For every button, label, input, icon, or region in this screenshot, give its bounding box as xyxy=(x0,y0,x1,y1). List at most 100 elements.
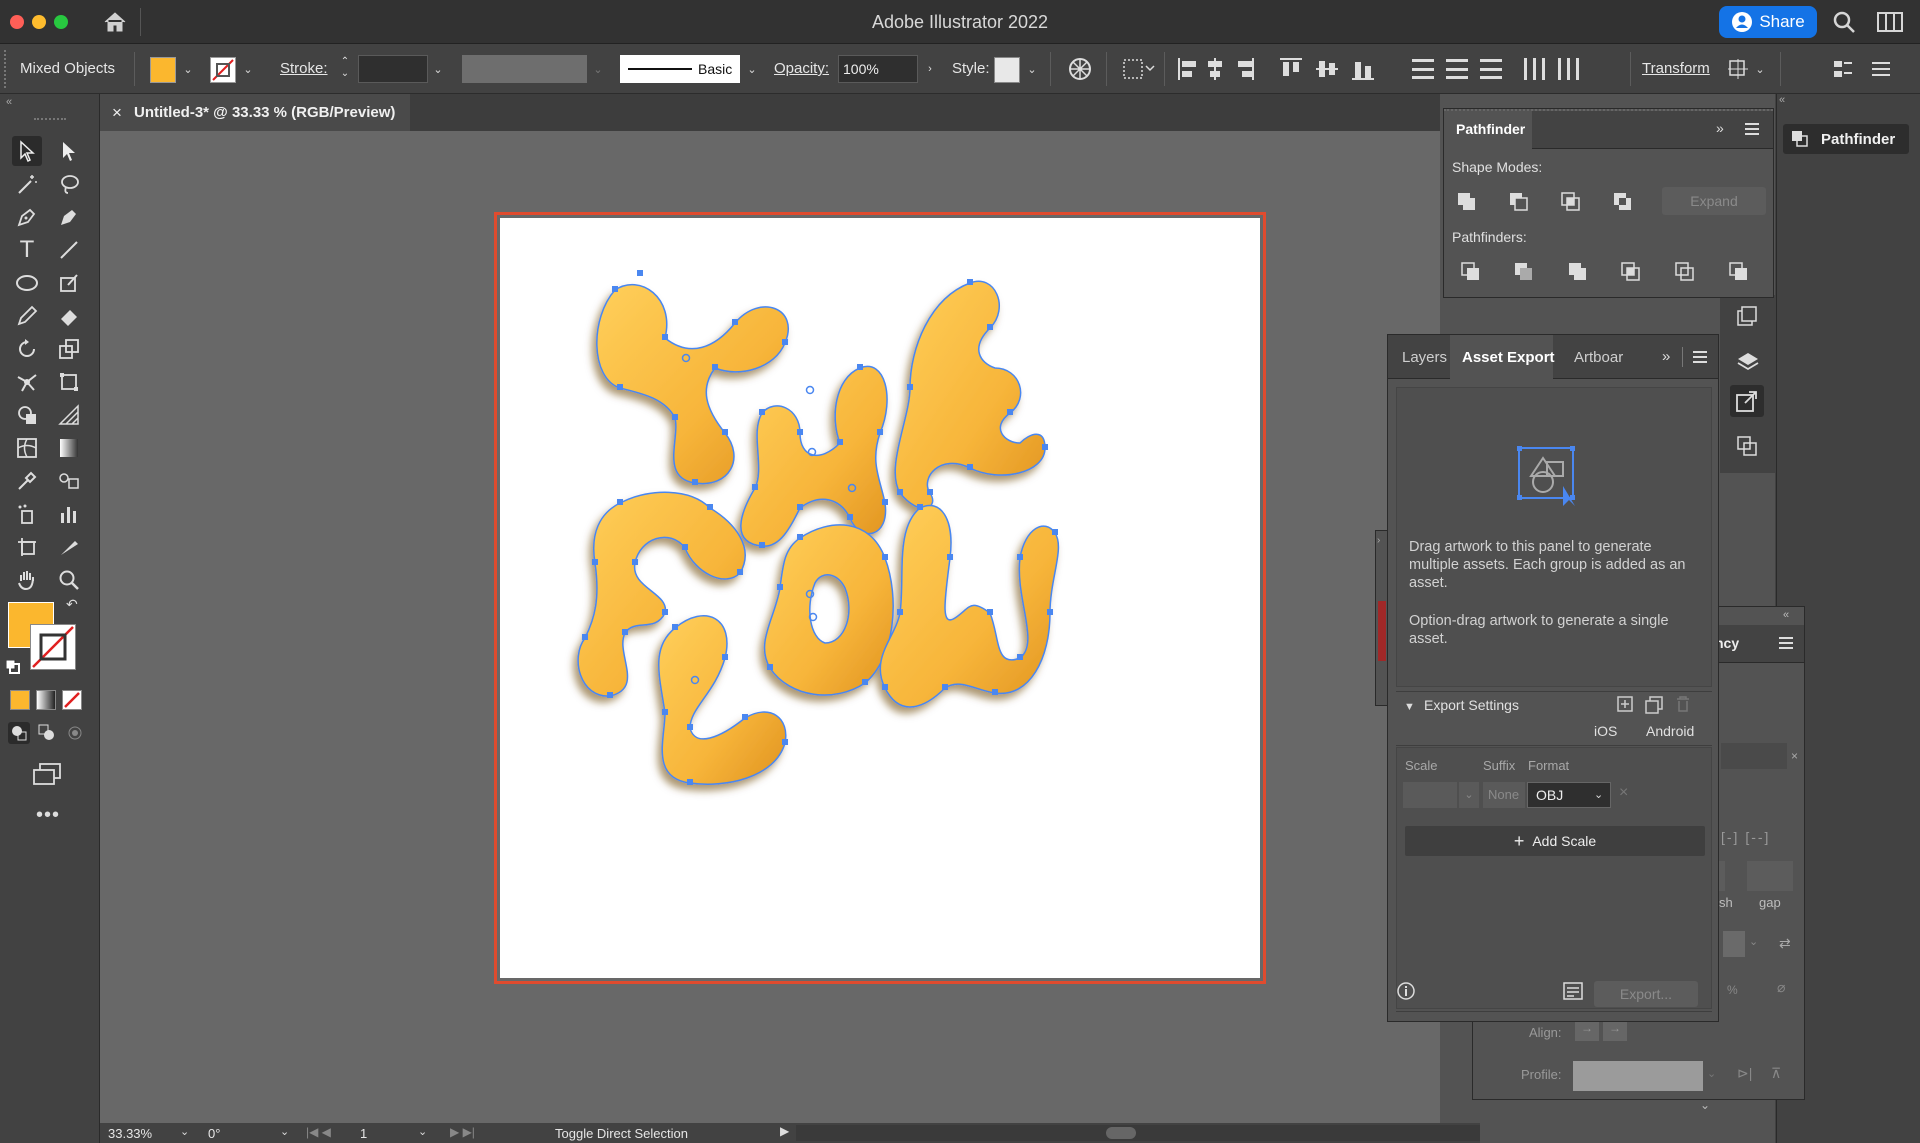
android-preset-link[interactable]: Android xyxy=(1646,723,1694,739)
status-menu-arrow[interactable]: ▶ xyxy=(780,1124,789,1138)
export-preview-icon[interactable] xyxy=(1562,981,1584,1001)
asset-export-menu-icon[interactable] xyxy=(1692,349,1708,365)
dash-align-icons[interactable]: [-] [--] xyxy=(1721,829,1785,849)
lasso-tool-icon[interactable] xyxy=(54,169,84,199)
rotation-value[interactable]: 0° xyxy=(208,1126,220,1141)
eyedropper-tool-icon[interactable] xyxy=(12,466,42,496)
curvature-tool-icon[interactable] xyxy=(54,202,84,232)
next-artboard-icon[interactable]: ▶ ▶| xyxy=(450,1125,475,1139)
minus-back-icon[interactable] xyxy=(1726,259,1752,285)
perspective-grid-tool-icon[interactable] xyxy=(54,400,84,430)
artboards-panel-icon[interactable] xyxy=(1736,305,1758,327)
arrow-scale-value[interactable]: % xyxy=(1727,983,1738,997)
stroke-color-box[interactable] xyxy=(30,624,76,670)
draw-inside-icon[interactable] xyxy=(64,722,86,744)
delete-icon[interactable] xyxy=(1674,695,1694,715)
document-tab[interactable]: × Untitled-3* @ 33.33 % (RGB/Preview) xyxy=(100,94,410,131)
minus-front-icon[interactable] xyxy=(1506,189,1532,215)
expand-dock-icon[interactable]: « xyxy=(1779,94,1785,106)
pathfinder-menu-icon[interactable] xyxy=(1744,121,1760,137)
magic-wand-tool-icon[interactable] xyxy=(12,169,42,199)
exclude-icon[interactable] xyxy=(1610,189,1636,215)
artboard-tool-icon[interactable] xyxy=(12,532,42,562)
scale-tool-icon[interactable] xyxy=(54,334,84,364)
scale-input[interactable] xyxy=(1403,782,1457,808)
gradient-mode-button[interactable] xyxy=(36,690,56,710)
merge-icon[interactable] xyxy=(1565,259,1591,285)
panel-options-icon[interactable] xyxy=(1832,58,1854,80)
artwork-blobby-type[interactable] xyxy=(500,218,1260,978)
asset-export-tab[interactable]: Asset Export xyxy=(1462,349,1555,366)
stroke-none-swatch[interactable] xyxy=(210,57,236,83)
gap-field[interactable] xyxy=(1747,861,1793,891)
type-tool-icon[interactable]: T xyxy=(12,235,42,265)
add-scale-icon[interactable] xyxy=(1616,695,1636,715)
divide-icon[interactable] xyxy=(1458,259,1484,285)
artboard-dropdown[interactable]: ⌄ xyxy=(418,1125,427,1138)
pen-tool-icon[interactable] xyxy=(12,202,42,232)
expand-panel-icon[interactable]: » xyxy=(1716,120,1724,136)
symbol-sprayer-tool-icon[interactable] xyxy=(12,499,42,529)
fill-swatch[interactable] xyxy=(150,57,176,83)
transparency-panel-icon[interactable] xyxy=(1736,435,1758,457)
blend-tool-icon[interactable] xyxy=(54,466,84,496)
rotate-tool-icon[interactable] xyxy=(12,334,42,364)
stroke-weight-dropdown[interactable]: ⌄ xyxy=(430,55,446,83)
selection-tool-icon[interactable] xyxy=(12,136,42,166)
format-select[interactable]: OBJ ⌄ xyxy=(1527,782,1611,808)
export-button[interactable]: Export... xyxy=(1594,981,1698,1007)
zoom-dropdown[interactable]: ⌄ xyxy=(180,1125,189,1138)
profile-field[interactable] xyxy=(1573,1061,1703,1091)
gradient-tool-icon[interactable] xyxy=(54,433,84,463)
direct-selection-tool-icon[interactable] xyxy=(54,136,84,166)
swap-fill-stroke-icon[interactable]: ↶ xyxy=(66,596,78,613)
share-button[interactable]: Share xyxy=(1719,6,1817,38)
rotation-dropdown[interactable]: ⌄ xyxy=(280,1125,289,1138)
artboard[interactable] xyxy=(494,212,1266,984)
align-arrow-button-2[interactable]: → xyxy=(1603,1021,1627,1041)
flip-across-icon[interactable]: ⊼ xyxy=(1771,1065,1781,1082)
draw-normal-icon[interactable] xyxy=(8,722,30,744)
dash-style-field[interactable] xyxy=(1721,743,1787,769)
scale-dropdown[interactable]: ⌄ xyxy=(1459,782,1479,808)
align-distribute-icons[interactable] xyxy=(1176,56,1596,82)
suffix-input[interactable]: None xyxy=(1483,782,1525,808)
search-icon[interactable] xyxy=(1832,10,1856,34)
unite-icon[interactable] xyxy=(1454,189,1480,215)
crop-icon[interactable] xyxy=(1618,259,1644,285)
horizontal-scrollbar[interactable] xyxy=(796,1125,1480,1141)
ellipse-tool-icon[interactable] xyxy=(12,268,42,298)
first-artboard-icon[interactable]: |◀ ◀ xyxy=(306,1125,331,1139)
asset-drop-zone[interactable]: Drag artwork to this panel to generate m… xyxy=(1396,387,1712,687)
stroke-weight-input[interactable] xyxy=(358,55,428,83)
brush-dropdown[interactable]: ⌄ xyxy=(744,55,760,83)
opacity-arrow[interactable]: › xyxy=(922,55,938,83)
expand-button[interactable]: Expand xyxy=(1662,187,1766,215)
opacity-label[interactable]: Opacity: xyxy=(774,60,829,77)
close-document-icon[interactable]: × xyxy=(112,103,122,123)
transform-dropdown[interactable]: ⌄ xyxy=(1752,55,1768,83)
color-mode-button[interactable] xyxy=(10,690,30,710)
hand-tool-icon[interactable] xyxy=(12,565,42,595)
align-to-selection-icon[interactable] xyxy=(1122,58,1156,80)
arrowhead-dropdown[interactable]: ⌄ xyxy=(1749,935,1758,948)
zoom-tool-icon[interactable] xyxy=(54,565,84,595)
shaper-tool-icon[interactable] xyxy=(54,268,84,298)
slice-tool-icon[interactable] xyxy=(54,532,84,562)
draw-behind-icon[interactable] xyxy=(36,722,58,744)
transform-icon[interactable] xyxy=(1726,57,1750,81)
transform-link[interactable]: Transform xyxy=(1642,60,1710,77)
pathfinder-tab[interactable]: Pathfinder xyxy=(1456,121,1525,137)
opacity-input[interactable]: 100% xyxy=(838,55,918,83)
edit-toolbar-icon[interactable]: ••• xyxy=(36,804,60,827)
profile-dropdown[interactable]: ⌄ xyxy=(1707,1067,1716,1080)
stroke-dropdown[interactable]: ⌄ xyxy=(240,55,256,83)
mesh-tool-icon[interactable] xyxy=(12,433,42,463)
clear-icon[interactable]: × xyxy=(1791,749,1798,763)
change-screen-mode-icon[interactable] xyxy=(32,762,62,788)
arrowhead-field[interactable] xyxy=(1723,931,1745,957)
flip-along-icon[interactable]: ⊳| xyxy=(1737,1065,1752,1082)
unlink-scale-icon[interactable]: ⌀ xyxy=(1777,979,1785,996)
collapse-transparency-icon[interactable]: « xyxy=(1783,609,1789,621)
graphic-style-swatch[interactable] xyxy=(994,57,1020,83)
